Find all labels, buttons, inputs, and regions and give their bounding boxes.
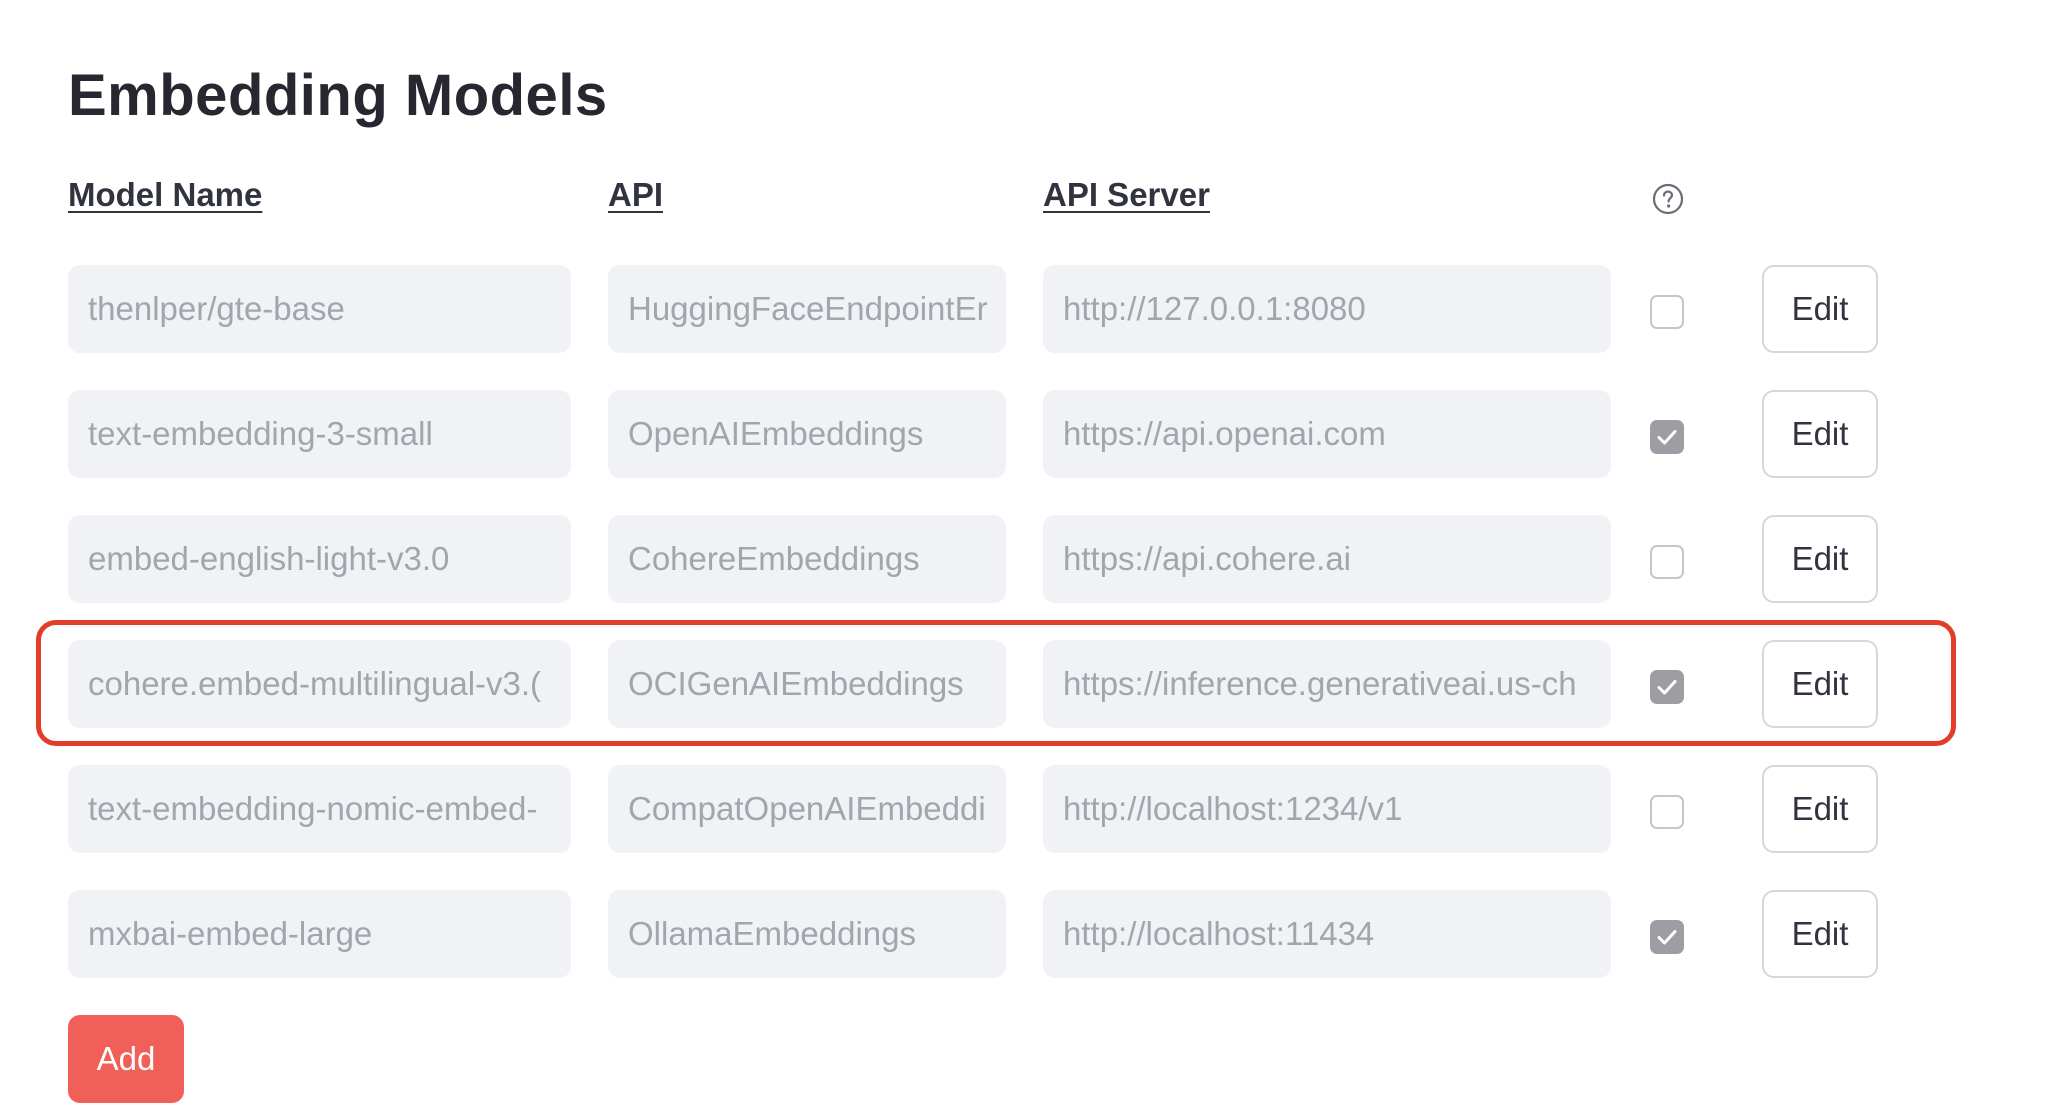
api-field[interactable]: OCIGenAIEmbeddings xyxy=(608,640,1006,728)
edit-button[interactable]: Edit xyxy=(1762,640,1878,728)
page-title: Embedding Models xyxy=(68,63,608,128)
edit-button[interactable]: Edit xyxy=(1762,390,1878,478)
api-server-field[interactable]: http://127.0.0.1:8080 xyxy=(1043,265,1611,353)
api-field[interactable]: CompatOpenAIEmbeddi xyxy=(608,765,1006,853)
model-name-field[interactable]: text-embedding-nomic-embed- xyxy=(68,765,571,853)
checkbox-unchecked[interactable] xyxy=(1650,295,1684,329)
add-button[interactable]: Add xyxy=(68,1015,184,1103)
model-name-field[interactable]: cohere.embed-multilingual-v3.( xyxy=(68,640,571,728)
column-header-model-name[interactable]: Model Name xyxy=(68,176,262,214)
checkbox-checked[interactable] xyxy=(1650,420,1684,454)
checkbox-unchecked[interactable] xyxy=(1650,795,1684,829)
edit-button[interactable]: Edit xyxy=(1762,765,1878,853)
table-row: cohere.embed-multilingual-v3.( OCIGenAIEm… xyxy=(0,640,1960,728)
embedding-models-page: Embedding Models Model Name API API Serv… xyxy=(0,0,2062,1104)
column-header-api[interactable]: API xyxy=(608,176,663,214)
checkmark-icon xyxy=(1657,430,1677,445)
model-name-field[interactable]: text-embedding-3-small xyxy=(68,390,571,478)
column-header-api-server[interactable]: API Server xyxy=(1043,176,1210,214)
checkbox-checked[interactable] xyxy=(1650,670,1684,704)
api-server-field[interactable]: https://api.cohere.ai xyxy=(1043,515,1611,603)
edit-button[interactable]: Edit xyxy=(1762,890,1878,978)
table-row: text-embedding-nomic-embed- CompatOpenAIE… xyxy=(0,765,1960,853)
api-server-field[interactable]: https://api.openai.com xyxy=(1043,390,1611,478)
api-field[interactable]: OllamaEmbeddings xyxy=(608,890,1006,978)
model-name-field[interactable]: embed-english-light-v3.0 xyxy=(68,515,571,603)
api-field[interactable]: OpenAIEmbeddings xyxy=(608,390,1006,478)
model-name-field[interactable]: thenlper/gte-base xyxy=(68,265,571,353)
checkbox-checked[interactable] xyxy=(1650,920,1684,954)
table-row: mxbai-embed-large OllamaEmbeddings http://… xyxy=(0,890,1960,978)
api-field[interactable]: HuggingFaceEndpointEr xyxy=(608,265,1006,353)
table-row: embed-english-light-v3.0 CohereEmbeddings… xyxy=(0,515,1960,603)
api-server-field[interactable]: https://inference.generativeai.us-ch xyxy=(1043,640,1611,728)
model-name-field[interactable]: mxbai-embed-large xyxy=(68,890,571,978)
api-server-field[interactable]: http://localhost:1234/v1 xyxy=(1043,765,1611,853)
checkmark-icon xyxy=(1657,930,1677,945)
api-field[interactable]: CohereEmbeddings xyxy=(608,515,1006,603)
question-circle-icon[interactable] xyxy=(1652,183,1684,215)
edit-button[interactable]: Edit xyxy=(1762,265,1878,353)
edit-button[interactable]: Edit xyxy=(1762,515,1878,603)
table-row: thenlper/gte-base HuggingFaceEndpointEr ht… xyxy=(0,265,1960,353)
api-server-field[interactable]: http://localhost:11434 xyxy=(1043,890,1611,978)
checkbox-unchecked[interactable] xyxy=(1650,545,1684,579)
checkmark-icon xyxy=(1657,680,1677,695)
table-row: text-embedding-3-small OpenAIEmbeddings ht… xyxy=(0,390,1960,478)
